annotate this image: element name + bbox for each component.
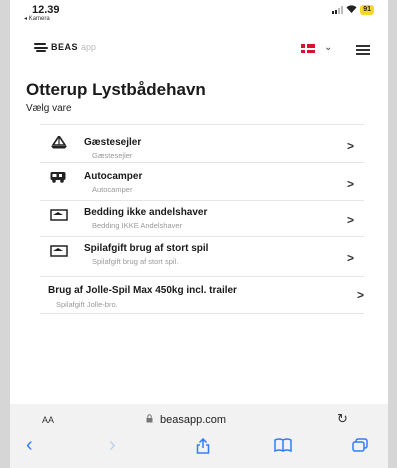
- signal-icon: [332, 6, 344, 14]
- crane-icon: [50, 244, 68, 257]
- tabs-icon[interactable]: [352, 438, 368, 456]
- item-description: Autocamper: [92, 185, 133, 194]
- app-header: BEAS app ⌄: [10, 36, 388, 62]
- browser-address-bar: AA beasapp.com ↻: [10, 404, 388, 434]
- chevron-down-icon[interactable]: ⌄: [324, 42, 332, 53]
- wifi-icon: [346, 5, 357, 15]
- reload-icon[interactable]: ↻: [337, 411, 348, 427]
- camper-icon: [50, 170, 68, 183]
- forward-button[interactable]: ›: [109, 434, 116, 457]
- phone-screen: 12.39 ◂ Kamera 91 BEAS app ⌄ Otterup Lys…: [10, 0, 388, 468]
- chevron-right-icon: >: [346, 251, 354, 265]
- status-icons: 91: [332, 5, 374, 15]
- item-name: Autocamper: [84, 171, 143, 182]
- item-description: Gæstesejler: [92, 151, 133, 160]
- logo-icon: [34, 42, 48, 52]
- bookmarks-icon[interactable]: [274, 438, 292, 456]
- item-name: Brug af Jolle-Spil Max 450kg incl. trail…: [48, 285, 237, 296]
- status-bar: 12.39 ◂ Kamera 91: [10, 0, 388, 24]
- item-name: Spilafgift brug af stort spil: [84, 243, 209, 254]
- battery-icon: 91: [360, 5, 374, 15]
- item-name: Gæstesejler: [84, 137, 142, 148]
- list-item-jolle-spil[interactable]: Brug af Jolle-Spil Max 450kg incl. trail…: [40, 276, 364, 314]
- logo-text: BEAS: [51, 42, 79, 52]
- chevron-right-icon: >: [346, 139, 354, 153]
- list-item-gaestesejler[interactable]: Gæstesejler Gæstesejler >: [40, 124, 364, 162]
- back-to-app-link[interactable]: ◂ Kamera: [24, 15, 50, 22]
- danish-flag-icon[interactable]: [301, 44, 315, 53]
- back-button[interactable]: ‹: [26, 434, 33, 457]
- reader-settings-button[interactable]: AA: [42, 415, 54, 425]
- beas-logo[interactable]: BEAS app: [34, 42, 96, 52]
- item-description: Spilafgift brug af stort spil.: [92, 257, 179, 266]
- chevron-right-icon: >: [346, 177, 354, 191]
- url-field[interactable]: beasapp.com: [160, 414, 226, 426]
- share-icon[interactable]: [196, 437, 210, 458]
- chevron-right-icon: >: [356, 288, 364, 302]
- list-item-bedding[interactable]: Bedding ikke andelshaver Bedding IKKE An…: [40, 200, 364, 236]
- item-description: Spilafgift Jolle-bro.: [56, 300, 118, 309]
- product-list: Gæstesejler Gæstesejler > Autocamper Aut…: [40, 124, 364, 314]
- chevron-right-icon: >: [346, 213, 354, 227]
- sailboat-icon: [50, 134, 68, 149]
- lock-icon: [146, 414, 153, 425]
- browser-toolbar: ‹ ›: [10, 434, 388, 468]
- page-subtitle: Vælg vare: [26, 103, 72, 114]
- menu-icon[interactable]: [356, 45, 370, 55]
- list-item-autocamper[interactable]: Autocamper Autocamper >: [40, 162, 364, 200]
- boat-storage-icon: [50, 208, 68, 221]
- page-title: Otterup Lystbådehavn: [26, 80, 206, 99]
- item-name: Bedding ikke andelshaver: [84, 207, 208, 218]
- item-description: Bedding IKKE Andelshaver: [92, 221, 183, 230]
- logo-sub: app: [81, 42, 97, 52]
- list-item-spilafgift[interactable]: Spilafgift brug af stort spil Spilafgift…: [40, 236, 364, 276]
